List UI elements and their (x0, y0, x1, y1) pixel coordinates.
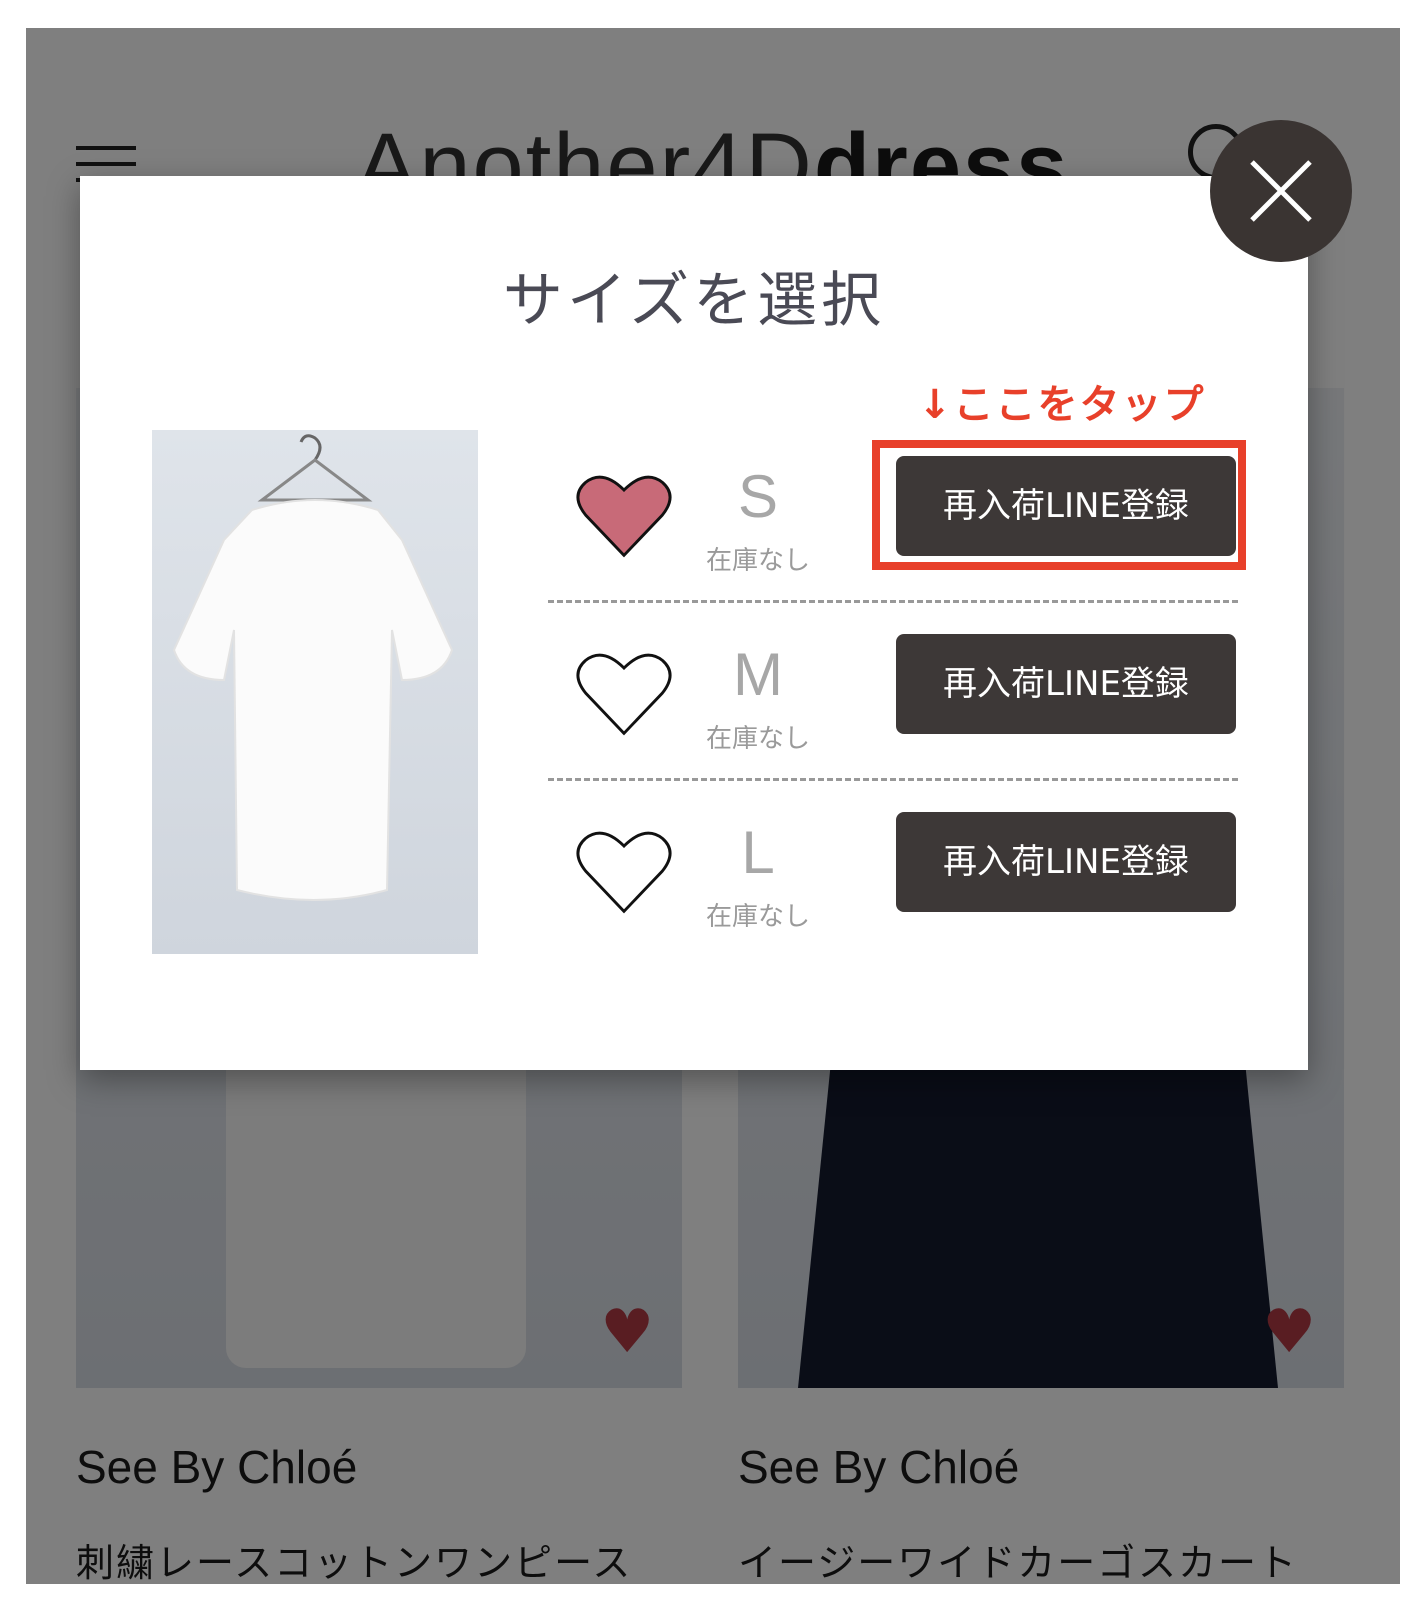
heart-icon[interactable] (576, 470, 672, 560)
size-row-l: L 在庫なし 再入荷LINE登録 (550, 812, 1238, 986)
heart-outline-icon[interactable] (576, 648, 672, 738)
size-label: M (733, 641, 783, 708)
restock-line-register-button[interactable]: 再入荷LINE登録 (896, 634, 1236, 734)
heart-outline-icon[interactable] (576, 826, 672, 916)
size-label: L (741, 819, 775, 886)
stock-status: 在庫なし (705, 724, 810, 754)
stock-status: 在庫なし (705, 902, 810, 932)
dress-illustration (172, 434, 454, 901)
tap-here-annotation: ↓ここをタップ (918, 382, 1206, 428)
row-divider (548, 600, 1238, 603)
close-icon (1250, 160, 1312, 222)
restock-line-register-button[interactable]: 再入荷LINE登録 (896, 812, 1236, 912)
app-frame: Another4Ddress ♥ See By Chloé 刺繍レースコットンワ… (26, 28, 1400, 1584)
stock-status: 在庫なし (705, 546, 810, 576)
modal-title: サイズを選択 (502, 266, 886, 336)
size-label: S (737, 463, 779, 530)
size-select-modal: サイズを選択 ↓ここをタップ S 在庫なし 再入荷LINE登録 M 在庫なし 再… (80, 176, 1308, 1070)
product-thumbnail (152, 430, 478, 954)
size-row-m: M 在庫なし 再入荷LINE登録 (550, 634, 1238, 808)
restock-line-register-button[interactable]: 再入荷LINE登録 (896, 456, 1236, 556)
close-button[interactable] (1210, 120, 1352, 262)
size-row-s: S 在庫なし 再入荷LINE登録 (550, 456, 1238, 630)
row-divider (548, 778, 1238, 781)
